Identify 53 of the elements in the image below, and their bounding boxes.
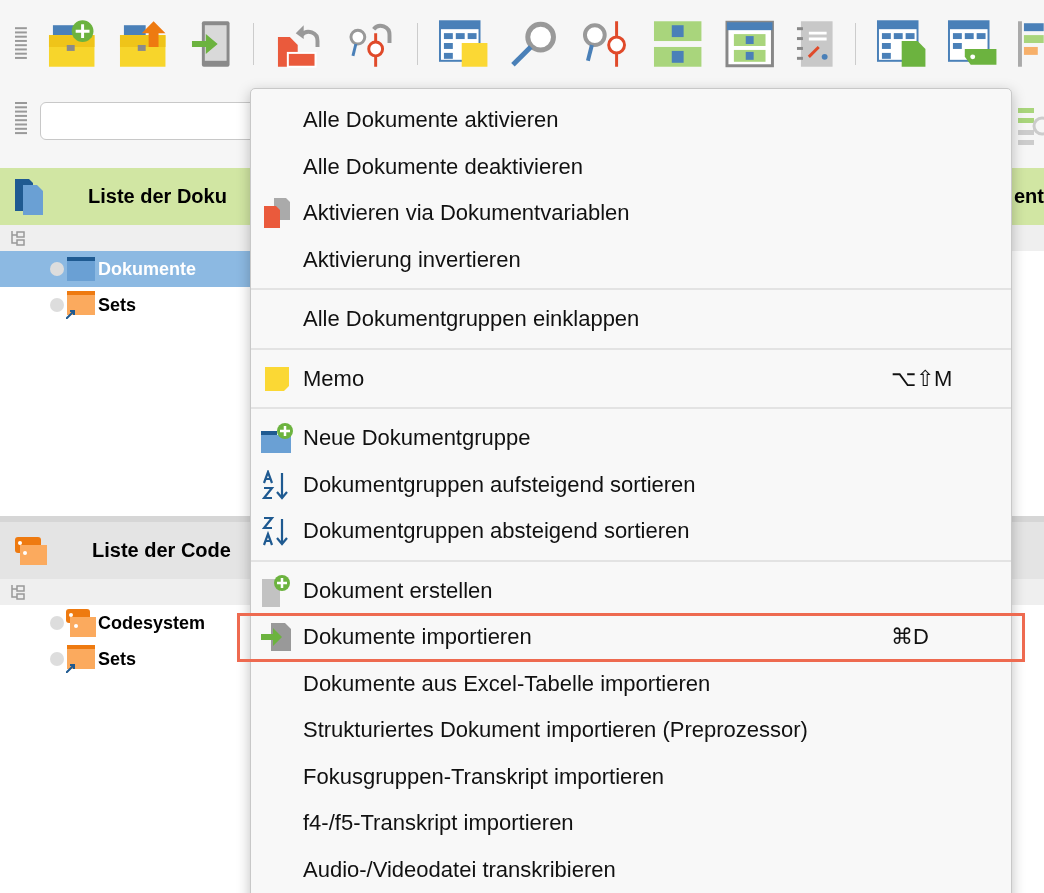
shortcut-label: ⌥⇧M: [891, 365, 954, 392]
documents-icon: [264, 198, 290, 229]
menu-item[interactable]: Dokumentgruppen aufsteigend sortieren: [251, 461, 1011, 508]
status-dot-icon: [50, 298, 64, 312]
document-add-icon: [262, 574, 292, 607]
tree-item[interactable]: Sets: [0, 641, 250, 677]
folder-add-icon: [261, 423, 293, 454]
menu-item[interactable]: Alle Dokumentgruppen einklappen: [251, 296, 1011, 343]
notebook-icon[interactable]: [795, 19, 835, 69]
tree-label: Dokumente: [98, 258, 196, 280]
tree-label: Sets: [98, 294, 137, 316]
menu-item[interactable]: f4-/f5-Transkript importieren: [251, 800, 1011, 847]
status-dot-icon: [50, 262, 64, 276]
menu-item[interactable]: Neue Dokumentgruppe: [251, 415, 1011, 462]
tree-item[interactable]: Codesystem: [0, 605, 250, 641]
menu-item[interactable]: Alle Dokumente deaktivieren: [251, 143, 1011, 190]
panel-title: ent: [1014, 185, 1044, 208]
table-document-icon[interactable]: [875, 19, 927, 69]
chart-icon[interactable]: [1018, 19, 1044, 69]
table-memo-icon[interactable]: [437, 19, 490, 69]
tags-icon: [66, 609, 96, 637]
menu-item[interactable]: Dokument erstellen: [251, 567, 1011, 614]
tags-icon: [15, 536, 47, 565]
hierarchy-icon[interactable]: [10, 584, 26, 600]
memo-icon: [265, 366, 289, 391]
panel-title: Liste der Doku: [88, 185, 227, 208]
grip-icon[interactable]: [15, 27, 27, 61]
split-view-icon[interactable]: [652, 19, 704, 69]
panel-title: Liste der Code: [92, 539, 231, 562]
tree-label: Sets: [98, 648, 137, 670]
folder-shortcut-icon: [66, 645, 96, 673]
menu-item[interactable]: Alle Dokumente aktivieren: [251, 97, 1011, 144]
tree-label: Codesystem: [98, 612, 206, 634]
menu-item[interactable]: Dokumente importieren ⌘D: [251, 614, 1011, 661]
grip-icon[interactable]: [15, 102, 27, 136]
hierarchy-icon[interactable]: [10, 230, 26, 246]
window-layout-icon[interactable]: [723, 19, 775, 69]
document-import-icon: [261, 623, 293, 652]
status-dot-icon: [50, 616, 64, 630]
folder-shortcut-icon: [66, 291, 96, 319]
menu-item[interactable]: Audio-/Videodatei transkribieren: [251, 846, 1011, 893]
status-dot-icon: [50, 652, 64, 666]
menu-item[interactable]: Fokusgruppen-Transkript importieren: [251, 753, 1011, 800]
tree-item[interactable]: Sets: [0, 287, 250, 323]
folder-icon: [66, 257, 96, 281]
menu-item[interactable]: Dokumente aus Excel-Tabelle importieren: [251, 660, 1011, 707]
menu-item[interactable]: Dokumentgruppen absteigend sortieren: [251, 508, 1011, 555]
menu-item[interactable]: Memo ⌥⇧M: [251, 355, 1011, 402]
documents-icon: [15, 178, 43, 215]
shortcut-label: ⌘D: [891, 624, 930, 651]
menu-item[interactable]: Strukturiertes Dokument importieren (Preprozessor): [251, 707, 1011, 754]
menu-item[interactable]: Aktivierung invertieren: [251, 236, 1011, 283]
menu-item[interactable]: Aktivieren via Dokumentvariablen: [251, 190, 1011, 237]
